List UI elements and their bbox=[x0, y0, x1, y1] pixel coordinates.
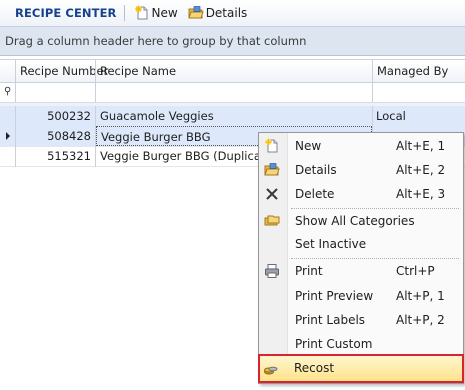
menu-item-set-inactive[interactable]: Set Inactive bbox=[261, 233, 461, 255]
cell-managed-by: Local bbox=[376, 109, 406, 123]
column-divider bbox=[15, 82, 16, 102]
new-doc-icon bbox=[134, 5, 147, 20]
menu-item-shortcut: Alt+E, 1 bbox=[396, 139, 446, 153]
cell-recipe-number: 508428 bbox=[47, 129, 91, 143]
column-divider bbox=[95, 60, 96, 82]
column-divider bbox=[95, 106, 96, 167]
menu-item-shortcut: Alt+P, 2 bbox=[396, 313, 445, 327]
current-row-indicator-icon bbox=[6, 132, 10, 140]
menu-item-label: Print Custom bbox=[295, 337, 373, 351]
cell-recipe-number: 500232 bbox=[47, 109, 91, 123]
details-button[interactable]: Details bbox=[185, 3, 251, 23]
delete-x-icon bbox=[266, 188, 278, 200]
menu-item-label: Print Preview bbox=[295, 289, 374, 303]
column-header-row: Recipe Number Recipe Name Managed By bbox=[0, 59, 465, 83]
column-divider bbox=[15, 106, 16, 167]
group-by-hint: Drag a column header here to group by th… bbox=[5, 34, 307, 48]
folder-open-icon bbox=[187, 6, 204, 19]
toolbar-title: RECIPE CENTER bbox=[15, 6, 117, 20]
cell-recipe-name: Guacamole Veggies bbox=[100, 109, 214, 123]
menu-item-label: Details bbox=[295, 163, 337, 177]
toolbar-separator bbox=[123, 5, 125, 21]
column-divider bbox=[95, 82, 96, 102]
menu-item-label: Recost bbox=[294, 361, 335, 375]
column-divider bbox=[372, 82, 373, 102]
menu-item-print-labels[interactable]: Print Labels Alt+P, 2 bbox=[261, 309, 461, 331]
menu-item-details[interactable]: Details Alt+E, 2 bbox=[261, 159, 461, 181]
table-row[interactable]: 500232 Guacamole Veggies Local bbox=[0, 106, 465, 126]
toolbar: RECIPE CENTER New Details bbox=[0, 0, 465, 27]
menu-item-recost[interactable]: Recost bbox=[258, 354, 464, 383]
menu-item-label: New bbox=[295, 139, 322, 153]
new-button-label: New bbox=[151, 6, 178, 20]
menu-item-label: Set Inactive bbox=[295, 237, 367, 251]
column-divider bbox=[372, 60, 373, 82]
column-divider bbox=[15, 60, 16, 82]
menu-item-print[interactable]: Print Ctrl+P bbox=[261, 260, 461, 282]
menu-item-new[interactable]: New Alt+E, 1 bbox=[261, 135, 461, 157]
new-button[interactable]: New bbox=[131, 3, 181, 23]
menu-item-label: Print bbox=[295, 264, 323, 278]
menu-item-label: Print Labels bbox=[295, 313, 366, 327]
column-header-recipe-number[interactable]: Recipe Number bbox=[16, 60, 108, 82]
menu-item-label: Show All Categories bbox=[295, 214, 415, 228]
menu-item-delete[interactable]: Delete Alt+E, 3 bbox=[261, 183, 461, 205]
menu-item-shortcut: Ctrl+P bbox=[396, 264, 435, 278]
context-menu: New Alt+E, 1 Details Alt+E, 2 Delete Alt… bbox=[258, 132, 464, 384]
menu-item-shortcut: Alt+E, 3 bbox=[396, 187, 446, 201]
folder-open-icon bbox=[264, 163, 280, 176]
menu-item-print-custom[interactable]: Print Custom bbox=[261, 333, 461, 355]
menu-item-shortcut: Alt+P, 1 bbox=[396, 289, 445, 303]
column-header-recipe-name[interactable]: Recipe Name bbox=[96, 60, 372, 82]
auto-filter-row[interactable]: ⚲ bbox=[0, 82, 465, 103]
menu-item-print-preview[interactable]: Print Preview Alt+P, 1 bbox=[261, 285, 461, 307]
pin-icon: ⚲ bbox=[4, 86, 12, 97]
new-doc-icon bbox=[265, 138, 278, 153]
printer-icon bbox=[265, 264, 279, 278]
menu-item-show-all-categories[interactable]: Show All Categories bbox=[261, 210, 461, 232]
group-by-panel[interactable]: Drag a column header here to group by th… bbox=[0, 27, 465, 56]
coins-icon bbox=[264, 366, 278, 375]
column-header-managed-by[interactable]: Managed By bbox=[373, 60, 465, 82]
menu-item-shortcut: Alt+E, 2 bbox=[396, 163, 446, 177]
cell-recipe-number: 515321 bbox=[47, 149, 91, 163]
menu-item-label: Delete bbox=[295, 187, 335, 201]
categories-icon bbox=[264, 215, 280, 226]
details-button-label: Details bbox=[205, 6, 248, 20]
